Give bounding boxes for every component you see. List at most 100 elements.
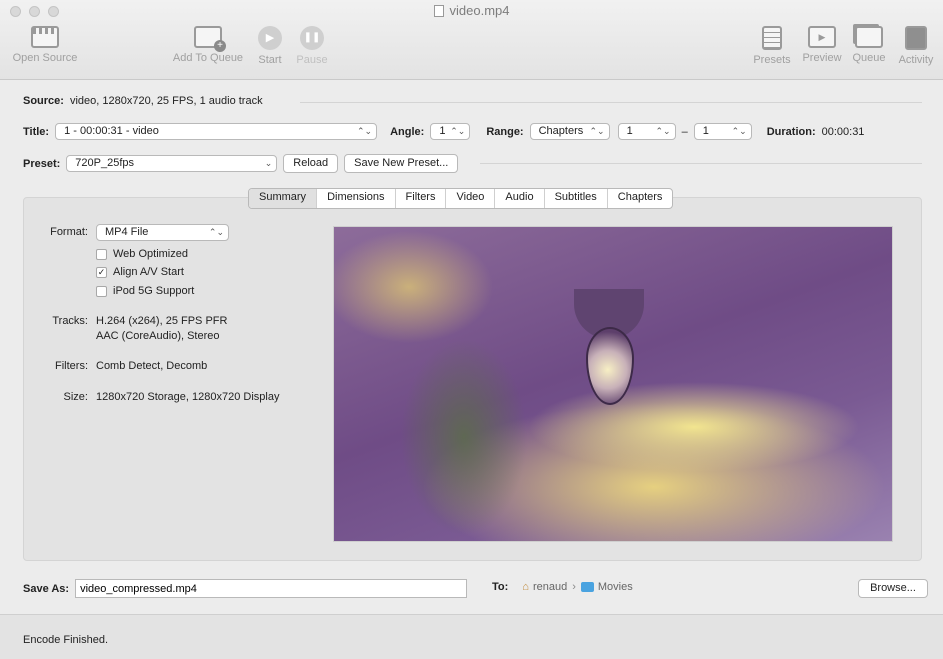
activity-label: Activity bbox=[898, 54, 934, 66]
range-end-value: 1 bbox=[702, 125, 709, 137]
settings-tabs: Summary Dimensions Filters Video Audio S… bbox=[248, 188, 674, 209]
pause-label: Pause bbox=[296, 54, 328, 66]
web-optimized-label: Web Optimized bbox=[113, 248, 188, 260]
tab-filters[interactable]: Filters bbox=[396, 189, 447, 208]
source-value: video, 1280x720, 25 FPS, 1 audio track bbox=[69, 95, 263, 107]
add-queue-icon: + bbox=[194, 26, 226, 52]
pause-button[interactable]: ❚❚ Pause bbox=[294, 26, 330, 66]
start-button[interactable]: ▶ Start bbox=[255, 26, 285, 66]
save-as-label: Save As: bbox=[23, 582, 70, 595]
tracks-video-value: H.264 (x264), 25 FPS PFR bbox=[96, 315, 228, 327]
title-row: Title: 1 - 00:00:31 - video ⌃⌄ Angle: 1 … bbox=[23, 123, 864, 140]
path-home[interactable]: renaud bbox=[533, 581, 567, 593]
filters-label: Filters: bbox=[55, 360, 88, 372]
updown-icon: ⌃⌄ bbox=[356, 126, 373, 136]
updown-icon: ⌃⌄ bbox=[731, 126, 747, 136]
path-separator: › bbox=[572, 581, 576, 593]
updown-icon: ⌃⌄ bbox=[589, 126, 605, 136]
angle-select[interactable]: 1 ⌃⌄ bbox=[430, 123, 471, 140]
reload-label: Reload bbox=[293, 157, 329, 169]
tab-dimensions-label: Dimensions bbox=[327, 191, 385, 203]
range-type-select[interactable]: Chapters ⌃⌄ bbox=[529, 123, 610, 140]
presets-button[interactable]: Presets bbox=[750, 26, 794, 66]
ipod-checkbox[interactable]: iPod 5G Support bbox=[96, 285, 194, 297]
web-optimized-checkbox[interactable]: Web Optimized bbox=[96, 248, 188, 260]
updown-icon: ⌃⌄ bbox=[655, 126, 671, 136]
queue-icon bbox=[855, 26, 883, 48]
preview-image[interactable] bbox=[333, 226, 893, 542]
tab-subtitles[interactable]: Subtitles bbox=[545, 189, 608, 208]
queue-button[interactable]: Queue bbox=[849, 26, 889, 64]
range-start-value: 1 bbox=[626, 125, 633, 137]
format-label: Format: bbox=[50, 226, 88, 238]
tab-dimensions[interactable]: Dimensions bbox=[317, 189, 396, 208]
preset-select[interactable]: 720P_25fps ⌄ bbox=[66, 155, 278, 172]
save-as-input[interactable] bbox=[75, 579, 468, 598]
tab-audio[interactable]: Audio bbox=[495, 189, 545, 208]
queue-label: Queue bbox=[852, 52, 886, 64]
reload-button[interactable]: Reload bbox=[283, 154, 339, 173]
format-select-value: MP4 File bbox=[105, 226, 149, 238]
title-select[interactable]: 1 - 00:00:31 - video ⌃⌄ bbox=[55, 123, 378, 140]
presets-icon bbox=[762, 26, 782, 50]
open-source-button[interactable]: Open Source bbox=[9, 26, 81, 64]
preview-droplet bbox=[586, 327, 634, 405]
destination-row: To: ⌂ renaud › Movies bbox=[492, 581, 633, 593]
align-av-checkbox[interactable]: ✓ Align A/V Start bbox=[96, 266, 184, 278]
path-folder[interactable]: Movies bbox=[598, 581, 633, 593]
range-end-select[interactable]: 1 ⌃⌄ bbox=[693, 123, 752, 140]
preview-button[interactable]: ▶ Preview bbox=[799, 26, 845, 64]
document-icon bbox=[433, 5, 444, 17]
start-label: Start bbox=[258, 54, 282, 66]
pause-icon: ❚❚ bbox=[300, 26, 324, 50]
tab-subtitles-label: Subtitles bbox=[554, 191, 597, 203]
clapperboard-icon bbox=[31, 26, 59, 48]
tab-audio-label: Audio bbox=[505, 191, 534, 203]
range-start-select[interactable]: 1 ⌃⌄ bbox=[617, 123, 676, 140]
chevron-down-icon: ⌄ bbox=[264, 158, 273, 168]
folder-icon bbox=[580, 582, 594, 592]
source-row: Source: video, 1280x720, 25 FPS, 1 audio… bbox=[23, 95, 263, 107]
size-label: Size: bbox=[63, 391, 88, 403]
tab-summary-label: Summary bbox=[259, 191, 307, 203]
tab-video[interactable]: Video bbox=[446, 189, 496, 208]
activity-icon bbox=[905, 26, 927, 50]
tracks-label: Tracks: bbox=[52, 315, 88, 327]
add-to-queue-button[interactable]: + Add To Queue bbox=[168, 26, 248, 64]
preset-row: Preset: 720P_25fps ⌄ Reload Save New Pre… bbox=[23, 154, 459, 173]
save-new-preset-label: Save New Preset... bbox=[354, 157, 449, 169]
to-label: To: bbox=[492, 581, 509, 593]
save-new-preset-button[interactable]: Save New Preset... bbox=[344, 154, 459, 173]
browse-button[interactable]: Browse... bbox=[858, 579, 928, 598]
status-text: Encode Finished. bbox=[23, 634, 108, 646]
checkmark-icon: ✓ bbox=[96, 266, 107, 278]
open-source-label: Open Source bbox=[12, 52, 78, 64]
preset-select-value: 720P_25fps bbox=[75, 157, 135, 169]
save-row: Save As: bbox=[23, 579, 468, 598]
preview-label: Preview bbox=[802, 52, 842, 64]
filters-value: Comb Detect, Decomb bbox=[96, 360, 208, 372]
title-label: Title: bbox=[23, 125, 50, 138]
range-dash: – bbox=[681, 125, 688, 138]
angle-select-value: 1 bbox=[439, 125, 446, 137]
preview-icon: ▶ bbox=[808, 26, 836, 48]
browse-label: Browse... bbox=[870, 582, 916, 594]
tab-video-label: Video bbox=[456, 191, 485, 203]
format-select[interactable]: MP4 File ⌃⌄ bbox=[96, 224, 229, 241]
activity-button[interactable]: Activity bbox=[893, 26, 939, 66]
preset-divider bbox=[480, 163, 922, 164]
preset-label: Preset: bbox=[23, 157, 61, 170]
range-label: Range: bbox=[486, 125, 524, 138]
home-icon: ⌂ bbox=[522, 581, 529, 593]
duration-label: Duration: bbox=[766, 125, 816, 138]
play-icon: ▶ bbox=[258, 26, 282, 50]
ipod-label: iPod 5G Support bbox=[113, 285, 195, 297]
title-select-value: 1 - 00:00:31 - video bbox=[64, 125, 159, 137]
add-to-queue-label: Add To Queue bbox=[172, 52, 244, 64]
handbrake-window: video.mp4 Open Source + Add To Queue ▶ S… bbox=[0, 0, 943, 659]
tab-chapters[interactable]: Chapters bbox=[608, 189, 673, 208]
tab-summary[interactable]: Summary bbox=[249, 189, 318, 208]
ipod-box bbox=[96, 285, 107, 297]
window-title-text: video.mp4 bbox=[449, 3, 510, 18]
window-title: video.mp4 bbox=[0, 3, 943, 18]
